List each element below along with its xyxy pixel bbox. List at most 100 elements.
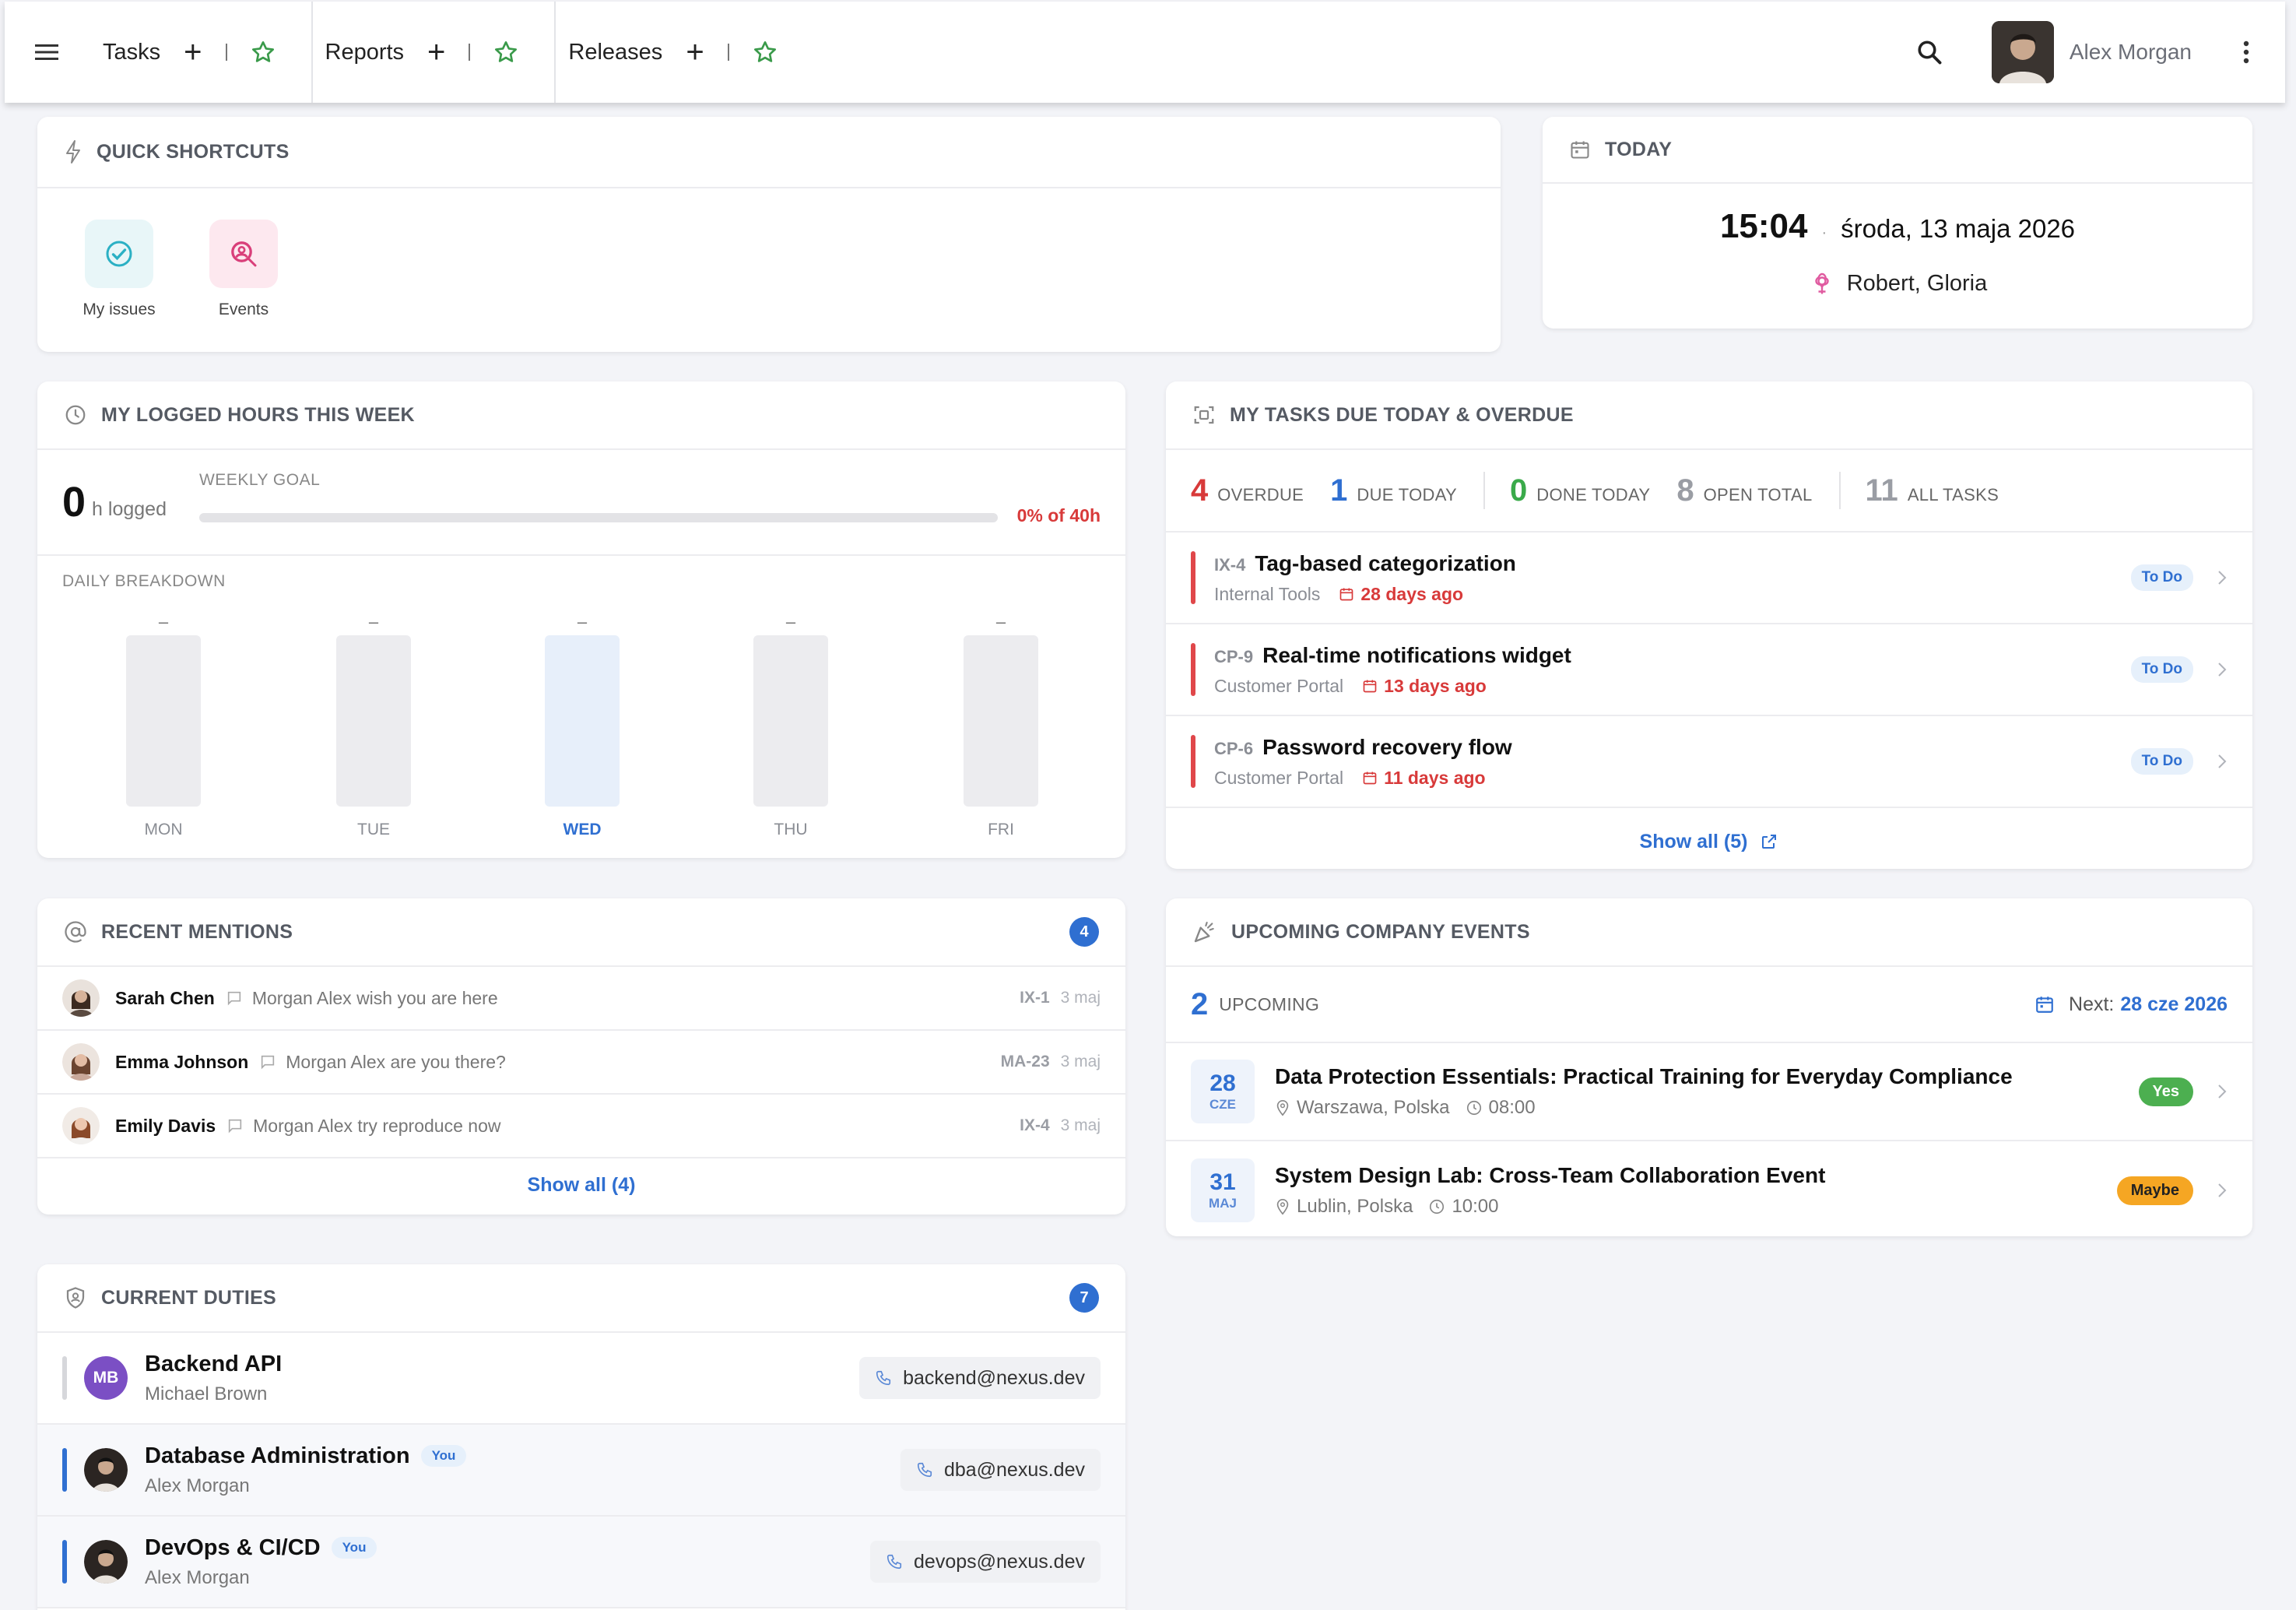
tab-reports[interactable]: Reports + — [313, 2, 556, 103]
event-date-box: 28 CZE — [1191, 1060, 1255, 1123]
show-all-tasks-link[interactable]: Show all (5) — [1166, 808, 2252, 869]
task-row[interactable]: IX-4 Tag-based categorization Internal To… — [1166, 533, 2252, 624]
mention-issue-ref[interactable]: IX-1 — [1020, 989, 1050, 1007]
chevron-right-icon[interactable] — [2217, 753, 2228, 770]
duty-contact[interactable]: devops@nexus.dev — [914, 1551, 1085, 1573]
divider — [225, 44, 227, 61]
topbar-right: Alex Morgan — [1906, 2, 2285, 103]
shortcut-label[interactable]: My issues — [83, 301, 155, 319]
mentions-count-badge: 4 — [1069, 917, 1099, 947]
calendar-icon — [1363, 680, 1377, 693]
event-info: System Design Lab: Cross-Team Collaborat… — [1275, 1163, 2117, 1218]
duty-name: Database Administration — [145, 1443, 410, 1468]
duty-contact-button[interactable]: dba@nexus.dev — [900, 1449, 1101, 1491]
event-date-box: 31 MAJ — [1191, 1158, 1255, 1222]
task-row[interactable]: CP-6 Password recovery flow Customer Port… — [1166, 716, 2252, 808]
user-avatar[interactable] — [1991, 21, 2054, 83]
event-month: CZE — [1209, 1097, 1236, 1112]
duty-contact-button[interactable]: backend@nexus.dev — [859, 1357, 1101, 1399]
search-button[interactable] — [1906, 29, 1953, 76]
duty-contact[interactable]: dba@nexus.dev — [944, 1459, 1085, 1482]
rsvp-badge[interactable]: Yes — [2138, 1077, 2193, 1106]
mention-author: Emily Davis — [115, 1115, 216, 1136]
favorite-star-icon[interactable] — [493, 40, 518, 65]
task-title[interactable]: Tag-based categorization — [1255, 551, 1516, 576]
add-task-button[interactable]: + — [184, 37, 202, 68]
duty-row[interactable]: Database Administration You Alex Morgan d… — [37, 1425, 1125, 1517]
clock-icon — [1430, 1199, 1445, 1215]
stat-label: DUE TODAY — [1357, 484, 1458, 504]
stat-due-today[interactable]: 1 DUE TODAY — [1330, 473, 1457, 508]
show-all-label[interactable]: Show all (4) — [528, 1174, 636, 1197]
task-key[interactable]: CP-9 — [1214, 647, 1253, 667]
kebab-icon — [2243, 40, 2249, 64]
favorite-star-icon[interactable] — [753, 40, 778, 65]
mention-row[interactable]: Emma Johnson Morgan Alex are you there? … — [37, 1031, 1125, 1095]
add-report-button[interactable]: + — [427, 37, 445, 68]
event-title[interactable]: System Design Lab: Cross-Team Collaborat… — [1275, 1163, 2117, 1188]
chevron-right-icon[interactable] — [2217, 661, 2228, 678]
hamburger-menu-button[interactable] — [5, 2, 90, 103]
tab-label[interactable]: Reports — [325, 40, 405, 65]
event-search-icon[interactable] — [209, 220, 278, 288]
shortcut-events[interactable]: Events — [193, 220, 294, 319]
stat-all-tasks[interactable]: 11 ALL TASKS — [1866, 473, 1999, 508]
favorite-star-icon[interactable] — [251, 40, 276, 65]
tab-label[interactable]: Releases — [568, 40, 662, 65]
task-row[interactable]: CP-9 Real-time notifications widget Custo… — [1166, 624, 2252, 716]
task-title[interactable]: Real-time notifications widget — [1262, 643, 1571, 668]
shortcut-label[interactable]: Events — [219, 301, 269, 319]
shortcut-my-issues[interactable]: My issues — [68, 220, 170, 319]
more-menu-button[interactable] — [2231, 29, 2262, 76]
add-release-button[interactable]: + — [686, 37, 704, 68]
stat-open-total[interactable]: 8 OPEN TOTAL — [1676, 473, 1812, 508]
event-title[interactable]: Data Protection Essentials: Practical Tr… — [1275, 1064, 2139, 1089]
logged-hours-card: MY LOGGED HOURS THIS WEEK 0 h logged WEE… — [37, 381, 1125, 858]
party-popper-icon — [1194, 921, 1214, 943]
duty-row[interactable]: DevOps & CI/CD You Alex Morgan devops@nex… — [37, 1517, 1125, 1608]
task-info: IX-4 Tag-based categorization Internal To… — [1214, 551, 2131, 605]
avatar — [84, 1540, 128, 1584]
mention-issue-ref[interactable]: IX-4 — [1020, 1116, 1050, 1135]
duty-person: Alex Morgan — [145, 1475, 250, 1496]
duty-person: Alex Morgan — [145, 1566, 250, 1588]
event-row[interactable]: 28 CZE Data Protection Essentials: Pract… — [1166, 1043, 2252, 1141]
event-meta: Lublin, Polska 10:00 — [1275, 1196, 2117, 1218]
duty-row[interactable]: MB Backend API Michael Brown backend@nex… — [37, 1333, 1125, 1425]
tab-label[interactable]: Tasks — [103, 40, 160, 65]
task-key[interactable]: CP-6 — [1214, 739, 1253, 759]
day-hours: – — [785, 612, 796, 631]
chevron-right-icon[interactable] — [2217, 569, 2228, 586]
mention-issue-ref[interactable]: MA-23 — [1001, 1053, 1050, 1071]
duty-contact[interactable]: backend@nexus.dev — [903, 1367, 1085, 1390]
top-bar: Tasks + Reports + Releases + Alex Morgan — [5, 2, 2285, 103]
events-count: 2 — [1191, 986, 1209, 1021]
show-all-label[interactable]: Show all (5) — [1640, 831, 1748, 853]
stat-done-today[interactable]: 0 DONE TODAY — [1510, 473, 1650, 508]
mention-row[interactable]: Emily Davis Morgan Alex try reproduce no… — [37, 1095, 1125, 1158]
tab-releases[interactable]: Releases + — [556, 2, 813, 103]
event-info: Data Protection Essentials: Practical Tr… — [1275, 1064, 2139, 1119]
rsvp-badge[interactable]: Maybe — [2116, 1176, 2193, 1205]
next-event-label: Next: — [2069, 993, 2115, 1015]
mention-row[interactable]: Sarah Chen Morgan Alex wish you are here… — [37, 967, 1125, 1031]
task-project: Customer Portal — [1214, 675, 1344, 696]
stat-overdue[interactable]: 4 OVERDUE — [1191, 473, 1304, 508]
show-all-mentions-link[interactable]: Show all (4) — [37, 1158, 1125, 1211]
next-event-date[interactable]: 28 cze 2026 — [2120, 993, 2228, 1016]
event-location: Lublin, Polska — [1297, 1196, 1413, 1217]
hamburger-icon — [35, 44, 58, 60]
shield-user-icon — [66, 1287, 85, 1309]
duty-info: DevOps & CI/CD You Alex Morgan — [145, 1535, 870, 1589]
mention-author: Sarah Chen — [115, 987, 215, 1008]
duty-contact-button[interactable]: devops@nexus.dev — [870, 1541, 1101, 1583]
chevron-right-icon[interactable] — [2217, 1083, 2228, 1100]
chevron-right-icon[interactable] — [2217, 1182, 2228, 1199]
task-title[interactable]: Password recovery flow — [1262, 735, 1512, 760]
tab-tasks[interactable]: Tasks + — [90, 2, 313, 103]
event-row[interactable]: 31 MAJ System Design Lab: Cross-Team Col… — [1166, 1141, 2252, 1236]
check-circle-icon[interactable] — [85, 220, 153, 288]
overdue-indicator — [1191, 735, 1195, 788]
task-key[interactable]: IX-4 — [1214, 555, 1245, 575]
user-name[interactable]: Alex Morgan — [2070, 40, 2192, 65]
